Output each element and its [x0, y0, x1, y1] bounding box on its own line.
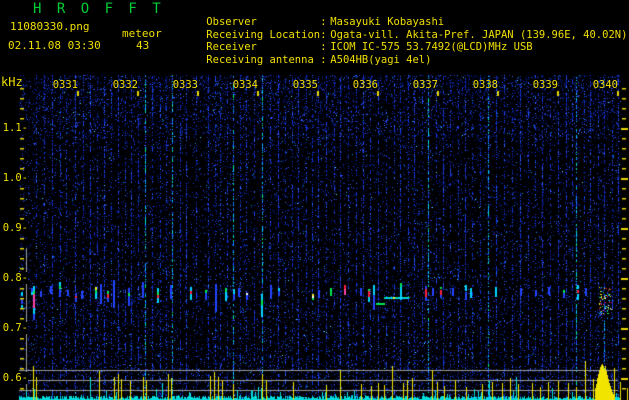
time-tick-label: 0335: [292, 79, 318, 91]
time-tick-label: 0331: [52, 79, 78, 91]
time-tick-label: 0339: [532, 79, 558, 91]
app-title: H R O F F T: [33, 1, 165, 17]
time-tick-label: 0337: [412, 79, 438, 91]
time-tick-label: 0333: [172, 79, 198, 91]
datetime: 02.11.08 03:30: [8, 39, 101, 52]
file-name: 11080330.png: [10, 20, 90, 33]
freq-tick-label: 0.9-: [0, 222, 28, 234]
time-tick-label: 0340: [592, 79, 618, 91]
info-separator: :: [320, 53, 327, 66]
hrofft-window: H R O F F T 11080330.png meteor 02.11.08…: [0, 0, 629, 400]
time-tick-label: 0336: [352, 79, 378, 91]
freq-tick-label: 0.6-: [0, 372, 28, 384]
freq-tick-label: 0.7-: [0, 322, 28, 334]
time-tick-label: 0334: [232, 79, 258, 91]
frequency-unit-label: kHz: [1, 75, 23, 89]
info-label: Receiving antenna: [206, 53, 314, 66]
freq-tick-label: 1.0-: [0, 172, 28, 184]
info-value: A504HB(yagi 4el): [330, 53, 432, 66]
meteor-count: 43: [136, 39, 150, 52]
time-tick-label: 0332: [112, 79, 138, 91]
freq-tick-label: 0.8-: [0, 272, 28, 284]
freq-tick-label: 1.1-: [0, 122, 28, 134]
time-tick-label: 0338: [472, 79, 498, 91]
info-row-receiving-antenna: Receiving antenna: A504HB(yagi 4el): [181, 42, 431, 78]
